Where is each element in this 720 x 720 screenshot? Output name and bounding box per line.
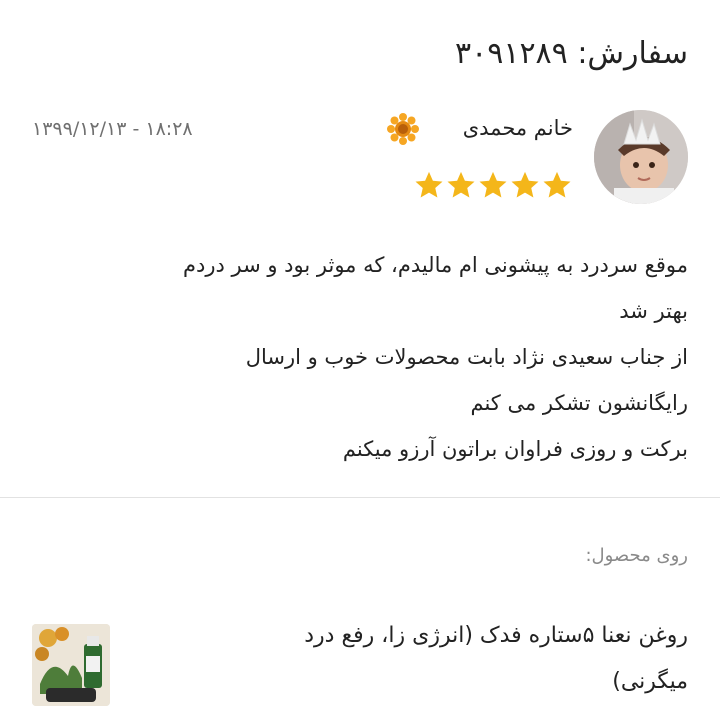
avatar-photo-icon: [594, 110, 688, 204]
star-icon: [479, 171, 507, 198]
product-name-line: روغن نعنا ۵ستاره فدک (انرژی زا، رفع درد: [304, 623, 688, 648]
star-icon: [511, 171, 539, 198]
star-icon: [543, 171, 571, 198]
divider: [0, 497, 720, 498]
star-icon: [447, 171, 475, 198]
product-caption: روی محصول:: [585, 545, 688, 566]
reviewer-avatar[interactable]: [594, 110, 688, 204]
review-line: رایگانشون تشکر می کنم: [470, 391, 688, 415]
order-label: سفارش:: [577, 36, 688, 71]
product-name-line: میگرنی): [612, 669, 688, 694]
product-name-link[interactable]: روغن نعنا ۵ستاره فدک (انرژی زا، رفع درد …: [218, 613, 688, 705]
star-icon: [415, 171, 443, 198]
review-date: ۱۳۹۹/۱۲/۱۳ - ۱۸:۲۸: [32, 118, 193, 140]
review-line: بهتر شد: [619, 299, 688, 323]
review-line: موقع سردرد به پیشونی ام مالیدم، که موثر …: [182, 253, 688, 277]
order-number: ۳۰۹۱۲۸۹: [454, 36, 568, 71]
product-thumbnail[interactable]: [32, 624, 110, 706]
review-line: از جناب سعیدی نژاد بابت محصولات خوب و ار…: [245, 345, 688, 369]
order-title: سفارش: ۳۰۹۱۲۸۹: [455, 36, 688, 71]
review-text: موقع سردرد به پیشونی ام مالیدم، که موثر …: [28, 242, 688, 472]
review-line: برکت و روزی فراوان براتون آرزو میکنم: [342, 437, 688, 461]
product-photo-icon: [32, 624, 110, 706]
sunflower-icon: [387, 113, 419, 145]
rating-stars: [412, 170, 572, 202]
reviewer-name: خانم محمدی: [462, 116, 573, 140]
